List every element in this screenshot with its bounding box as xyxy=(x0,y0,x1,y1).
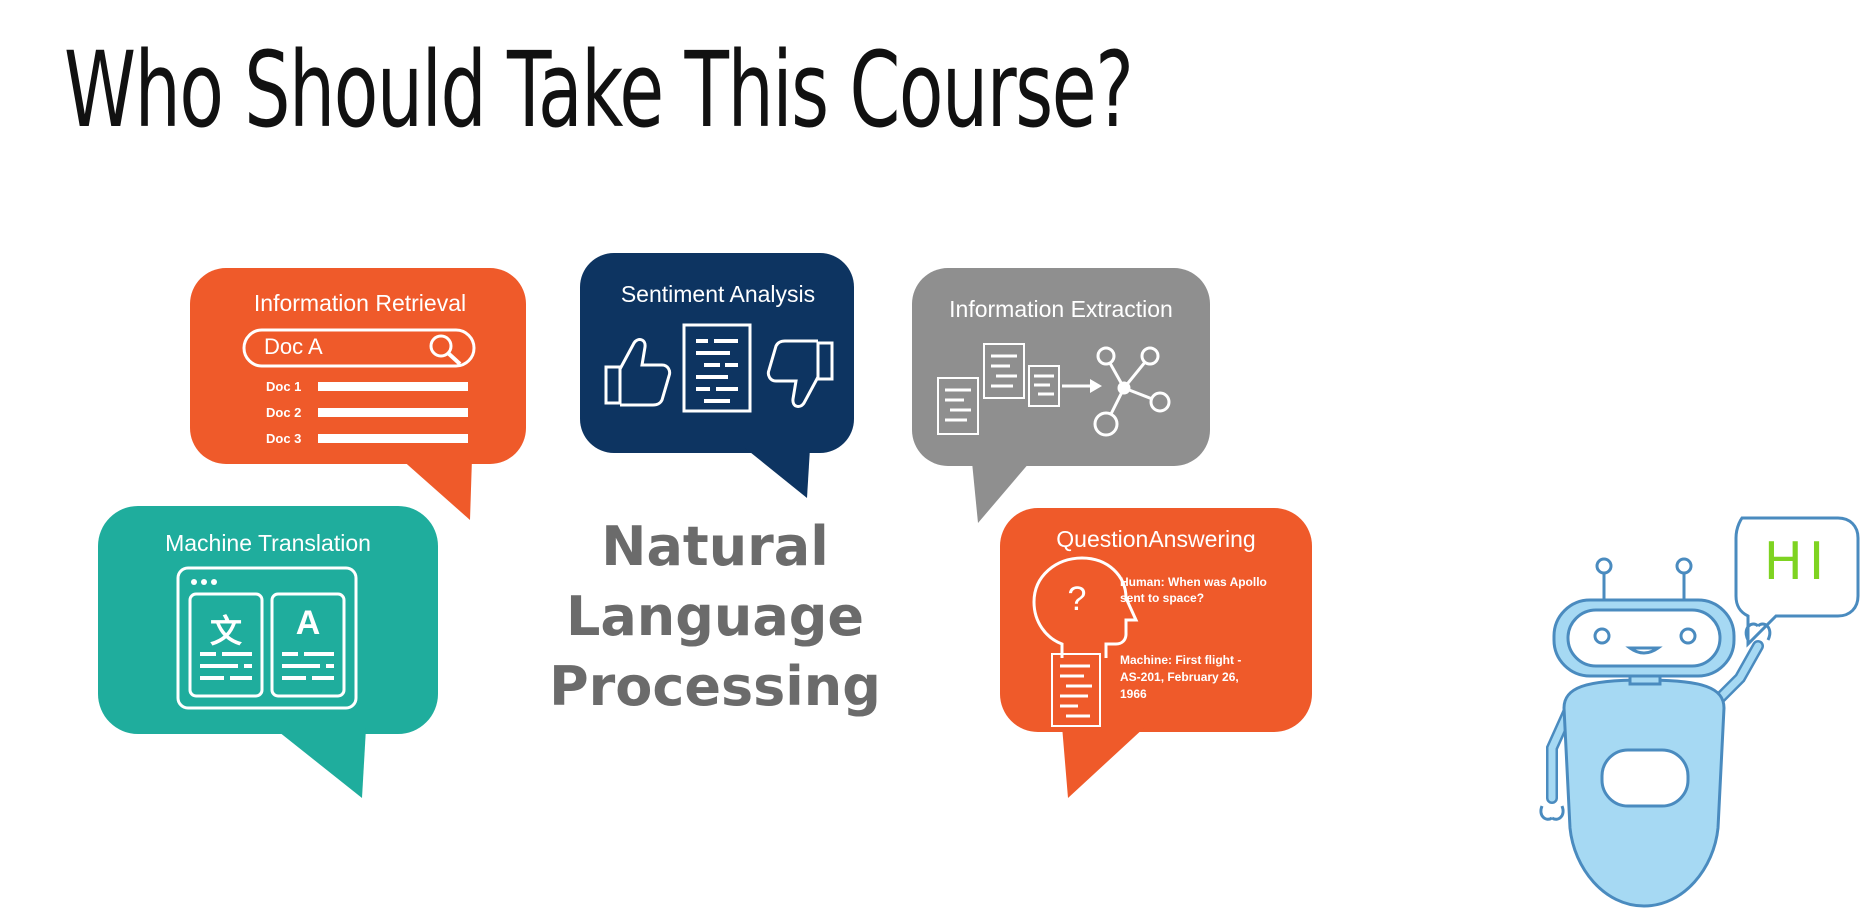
question-answering-bubble: QuestionAnswering ? Human: When was Apol… xyxy=(1000,508,1314,798)
information-extraction-bubble: Information Extraction xyxy=(912,268,1212,523)
thumbs-down-icon xyxy=(766,339,834,408)
doc-label: Doc 1 xyxy=(266,379,302,394)
machine-translation-bubble: Machine Translation 文 A xyxy=(98,506,440,798)
bubble-title: QuestionAnswering xyxy=(1056,526,1256,552)
human-question: Human: When was Apollo sent to space? xyxy=(1120,575,1267,605)
bubble-title: Information Retrieval xyxy=(253,290,467,316)
chinese-character-icon: 文 xyxy=(209,612,242,650)
nlp-label: Natural Language Processing xyxy=(545,512,885,722)
nlp-line: Language xyxy=(565,585,865,648)
question-mark-icon: ? xyxy=(1067,580,1087,618)
doc-label: Doc 2 xyxy=(266,405,302,420)
doc-label: Doc 3 xyxy=(266,431,302,446)
nlp-line: Processing xyxy=(549,655,881,718)
network-graph-icon xyxy=(1093,346,1171,437)
slide-title: Who Should Take This Course? xyxy=(64,29,1134,151)
bubble-title: Information Extraction xyxy=(949,296,1173,322)
search-field: Doc A xyxy=(264,334,323,359)
bubble-title: Machine Translation xyxy=(165,530,371,556)
information-retrieval-bubble: Information Retrieval Doc A Doc 1 Doc 2 … xyxy=(190,268,530,520)
search-icon xyxy=(429,334,462,366)
sentiment-analysis-bubble: Sentiment Analysis xyxy=(580,253,856,498)
machine-answer: Machine: First flight - AS-201, February… xyxy=(1120,653,1242,701)
thumbs-up-icon xyxy=(604,338,672,407)
latin-letter-icon: A xyxy=(295,604,321,642)
robot-speech-text: HI xyxy=(1763,532,1831,592)
nlp-line: Natural xyxy=(601,515,829,578)
bubble-title: Sentiment Analysis xyxy=(620,281,816,307)
